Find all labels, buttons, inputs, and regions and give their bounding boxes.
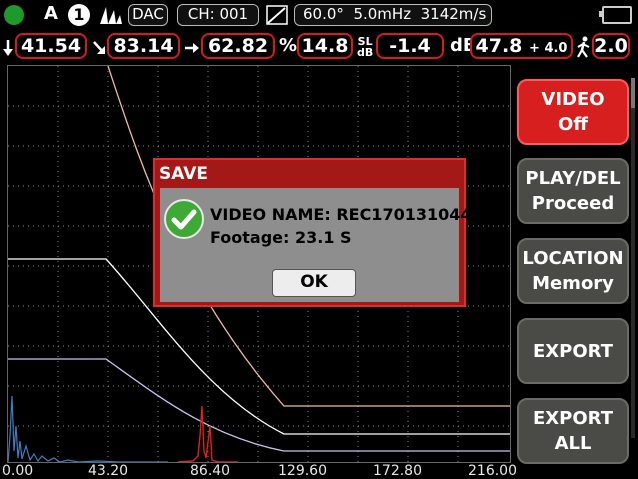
checkmark-icon [164,199,204,239]
x-tick: 129.60 [278,463,327,479]
sl-label-bottom: dB [357,46,374,59]
mode-letter: A [44,3,58,24]
probe-offset-reading: 2.0 [592,33,630,59]
video-name-text: VIDEO NAME: REC170131044 [210,205,472,224]
depth-reading: 41.54 [15,33,87,59]
export-button-line1: EXPORT [533,340,613,362]
location-button[interactable]: LOCATION Memory [517,238,629,304]
amplitude-percent-reading: 14.8 [297,33,353,59]
save-dialog: SAVE VIDEO NAME: REC170131044 Footage: 2… [153,158,472,307]
video-button[interactable]: VIDEO Off [517,79,629,145]
play-del-button-line1: PLAY/DEL [525,168,621,189]
x-tick: 0.00 [2,463,34,479]
ok-button[interactable]: OK [272,269,356,297]
x-tick: 172.80 [373,463,422,479]
video-button-line1: VIDEO [541,89,605,110]
surface-distance-arrow-icon [93,41,105,54]
x-tick: 86.40 [190,463,231,479]
status-bar: A 1 DAC CH: 001 60.0° 5.0mHz 3142m/s [0,0,638,30]
x-tick: 216.00 [468,463,517,479]
sl-reading: -1.4 [376,33,444,59]
surface-distance-reading: 83.14 [107,33,180,59]
sl-label: SL dB [357,36,373,58]
footage-text: Footage: 23.1 S [210,228,352,247]
location-button-line2: Memory [532,273,614,294]
depth-arrow-icon [3,40,13,56]
x-tick: 43.20 [88,463,129,479]
export-all-button-line1: EXPORT [533,408,613,429]
status-indicator-icon [4,5,24,25]
signal-peaks-icon [100,7,122,24]
probe-params-badge: 60.0° 5.0mHz 3142m/s [294,4,492,26]
angle-label: 60.0° [303,5,344,23]
path-reading: 62.82 [201,33,275,59]
signal-echo-initial [8,395,168,462]
channel-badge[interactable]: CH: 001 [177,4,259,26]
channel-number-badge: 1 [68,4,90,26]
export-all-button-line2: ALL [554,433,592,454]
export-button[interactable]: EXPORT [517,318,629,384]
video-button-line2: Off [558,114,588,135]
gain-value: 47.8 [475,35,523,57]
walking-person-icon [577,36,590,58]
side-scrollbar[interactable] [631,78,635,438]
battery-icon [599,6,632,24]
readings-row: 41.54 83.14 62.82 % 14.8 SL dB -1.4 dB 4… [0,31,638,61]
dac-curve-lower [8,358,510,452]
probe-angle-icon [266,5,288,25]
frequency-label: 5.0mHz [353,5,412,23]
location-button-line1: LOCATION [522,248,624,269]
x-axis-ticks: 0.00 43.20 86.40 129.60 172.80 216.00 [0,463,517,479]
dialog-body: VIDEO NAME: REC170131044 Footage: 23.1 S… [160,188,472,302]
export-all-button[interactable]: EXPORT ALL [517,398,629,464]
dialog-title: SAVE [159,164,209,184]
path-arrow-icon [185,43,199,53]
velocity-label: 3142m/s [420,5,487,23]
play-del-button[interactable]: PLAY/DEL Proceed [517,158,629,224]
gain-reading[interactable]: 47.8 + 4.0 [470,33,573,59]
play-del-button-line2: Proceed [531,193,615,214]
dac-badge[interactable]: DAC [128,4,168,26]
percent-symbol: % [279,35,298,56]
gain-offset: + 4.0 [529,41,568,56]
